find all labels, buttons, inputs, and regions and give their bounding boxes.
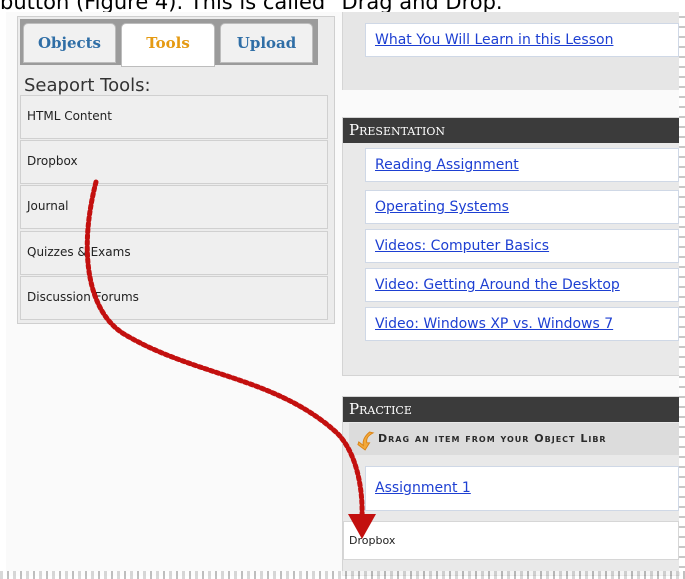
presentation-item-computer-basics[interactable]: Videos: Computer Basics xyxy=(365,229,679,263)
seaport-tools-heading: Seaport Tools: xyxy=(24,75,151,96)
right-torn-edge xyxy=(679,12,685,572)
tool-item-quizzes-exams[interactable]: Quizzes & Exams xyxy=(20,231,328,275)
practice-section: Practice Drag an item from your Object L… xyxy=(342,396,680,576)
drag-instruction: Drag an item from your Object Libr xyxy=(349,423,679,455)
presentation-title: Presentation xyxy=(343,118,679,143)
library-tabs: Objects Tools Upload xyxy=(20,19,318,67)
drag-instruction-text: Drag an item from your Object Libr xyxy=(378,432,607,445)
presentation-item-reading-assignment[interactable]: Reading Assignment xyxy=(365,148,679,182)
presentation-section: Presentation Reading Assignment Operatin… xyxy=(342,117,680,376)
bottom-torn-edge xyxy=(0,571,685,579)
tab-tools[interactable]: Tools xyxy=(121,23,215,67)
practice-title: Practice xyxy=(343,397,679,422)
figure-caption-fragment: button (Figure 4). This is called "Drag … xyxy=(0,0,503,14)
tool-item-label: Discussion Forums xyxy=(27,290,139,304)
tool-item-label: Dropbox xyxy=(27,154,78,168)
orange-down-left-arrow-icon xyxy=(357,431,375,451)
presentation-item-getting-around-desktop[interactable]: Video: Getting Around the Desktop xyxy=(365,268,679,302)
tool-item-label: Journal xyxy=(27,199,69,213)
lesson-link-what-you-will-learn[interactable]: What You Will Learn in this Lesson xyxy=(365,23,679,57)
lesson-header-area: What You Will Learn in this Lesson xyxy=(342,12,679,90)
presentation-item-operating-systems[interactable]: Operating Systems xyxy=(365,190,679,224)
tool-item-dropbox[interactable]: Dropbox xyxy=(20,140,328,184)
tab-objects[interactable]: Objects xyxy=(23,23,116,63)
object-library-panel: Objects Tools Upload Seaport Tools: HTML… xyxy=(17,16,335,324)
course-builder-screen: Objects Tools Upload Seaport Tools: HTML… xyxy=(6,12,681,576)
presentation-item-windows-comparison[interactable]: Video: Windows XP vs. Windows 7 xyxy=(365,307,679,341)
tool-item-label: HTML Content xyxy=(27,109,112,123)
tool-item-label: Quizzes & Exams xyxy=(27,245,131,259)
dropped-dropbox-item[interactable]: Dropbox xyxy=(343,521,679,560)
practice-item-assignment-1[interactable]: Assignment 1 xyxy=(365,466,679,511)
tool-item-journal[interactable]: Journal xyxy=(20,185,328,229)
tool-item-discussion-forums[interactable]: Discussion Forums xyxy=(20,276,328,320)
tab-upload[interactable]: Upload xyxy=(220,23,313,63)
tool-item-html-content[interactable]: HTML Content xyxy=(20,95,328,139)
